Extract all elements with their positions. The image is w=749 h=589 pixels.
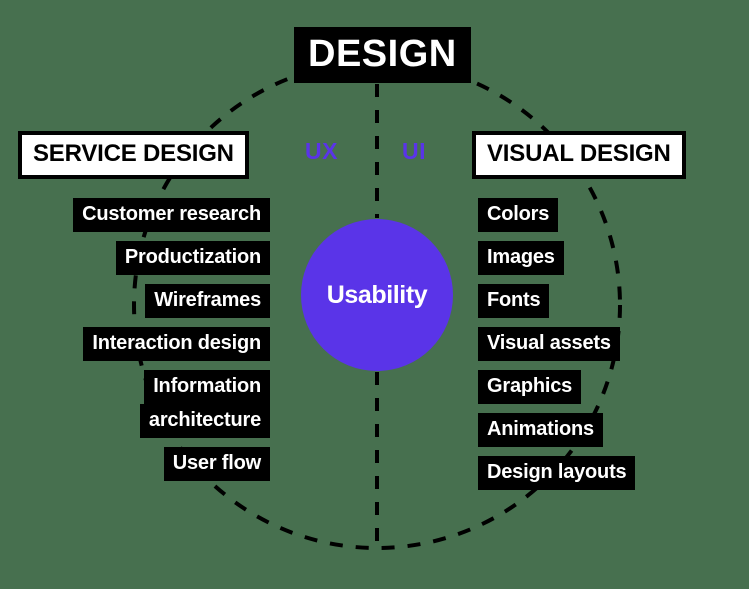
section-header-visual-design: VISUAL DESIGN (472, 131, 686, 179)
list-item[interactable]: Colors (478, 198, 559, 232)
list-item[interactable]: Images (478, 241, 564, 275)
section-header-service-design: SERVICE DESIGN (18, 131, 249, 179)
list-item-label: Images (478, 241, 564, 275)
ui-label: UI (402, 138, 426, 164)
diagram-canvas: Usability DESIGN SERVICE DESIGN VISUAL D… (0, 0, 749, 589)
list-item-label: architecture (139, 404, 270, 438)
list-item-label: Fonts (478, 284, 550, 318)
list-item[interactable]: Visual assets (478, 327, 620, 361)
list-item[interactable]: Information architecture (139, 370, 270, 438)
list-item-label: Information (144, 370, 270, 404)
list-item[interactable]: Design layouts (478, 456, 636, 490)
list-item-label: Visual assets (478, 327, 620, 361)
list-item[interactable]: Interaction design (83, 327, 270, 361)
list-item[interactable]: Animations (478, 413, 603, 447)
list-item-label: Graphics (478, 370, 582, 404)
list-item[interactable]: Customer research (73, 198, 270, 232)
list-item-label: User flow (163, 447, 270, 481)
usability-label: Usability (326, 280, 428, 309)
page-title: DESIGN (294, 27, 471, 83)
list-item-label: Colors (478, 198, 559, 232)
list-item[interactable]: Fonts (478, 284, 550, 318)
list-item[interactable]: User flow (163, 447, 270, 481)
visual-design-item-list: Colors Images Fonts Visual assets Graphics An… (478, 198, 728, 490)
list-item[interactable]: Productization (115, 241, 270, 275)
list-item[interactable]: Graphics (478, 370, 582, 404)
ux-label: UX (305, 138, 338, 164)
list-item-label: Interaction design (83, 327, 270, 361)
list-item-label: Wireframes (145, 284, 270, 318)
service-design-item-list: Customer research Productization Wireframe… (30, 198, 270, 481)
usability-circle: Usability (301, 219, 453, 371)
list-item-label: Customer research (73, 198, 270, 232)
list-item-label: Design layouts (478, 456, 636, 490)
list-item-label: Animations (478, 413, 603, 447)
list-item[interactable]: Wireframes (145, 284, 270, 318)
list-item-label: Productization (115, 241, 270, 275)
